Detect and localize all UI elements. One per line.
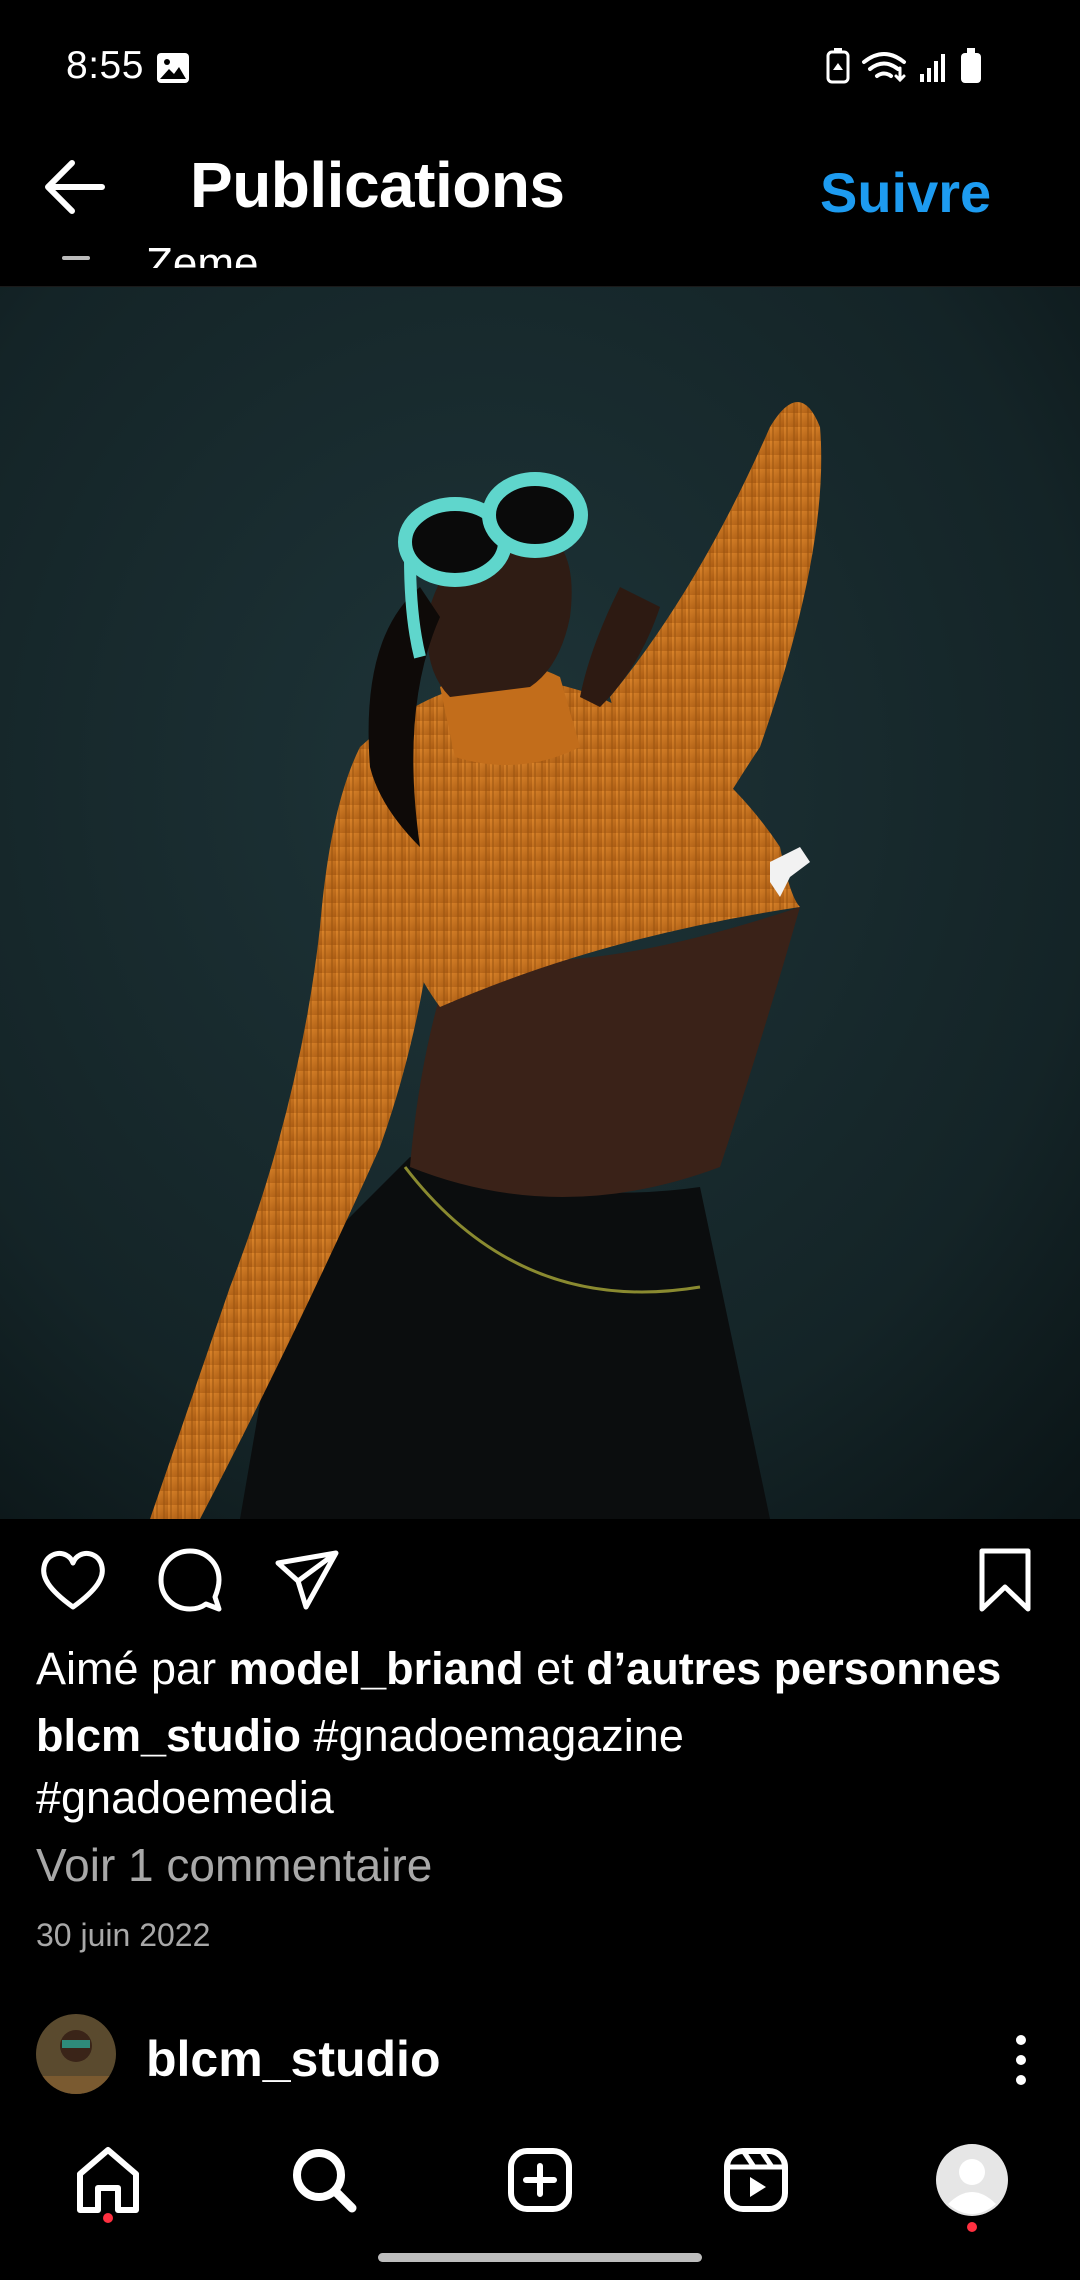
comment-icon[interactable] xyxy=(155,1545,225,1615)
page-title: Publications xyxy=(190,149,565,221)
post-date: 30 juin 2022 xyxy=(36,1917,211,1953)
bookmark-icon[interactable] xyxy=(970,1545,1040,1615)
like-heart-icon[interactable] xyxy=(38,1545,108,1615)
search-icon[interactable] xyxy=(284,2140,364,2220)
post-caption: blcm_studio #gnadoemagazine #gnadoemedia xyxy=(36,1705,1046,1829)
home-icon[interactable] xyxy=(68,2140,148,2220)
battery-icon xyxy=(961,48,981,83)
more-options-icon[interactable] xyxy=(1006,2030,1036,2090)
caption-username[interactable]: blcm_studio xyxy=(36,1710,301,1761)
hashtag[interactable]: #gnadoemedia xyxy=(36,1772,334,1823)
battery-saver-icon xyxy=(826,48,850,84)
likes-others[interactable]: d’autres personnes xyxy=(586,1643,1001,1694)
profile-notification-dot xyxy=(967,2222,977,2232)
home-notification-dot xyxy=(103,2213,113,2223)
likes-prefix: Aimé par xyxy=(36,1643,229,1694)
post-photo xyxy=(0,287,1080,1519)
view-comments-link[interactable]: Voir 1 commentaire xyxy=(36,1838,432,1892)
next-post-username[interactable]: blcm_studio xyxy=(146,2030,440,2088)
signal-icon xyxy=(920,54,945,82)
profile-icon[interactable] xyxy=(932,2140,1012,2220)
liked-by-user[interactable]: model_briand xyxy=(229,1643,524,1694)
gesture-home-indicator[interactable] xyxy=(378,2253,702,2262)
back-arrow-icon[interactable] xyxy=(40,155,110,220)
gallery-icon xyxy=(157,53,189,83)
create-icon[interactable] xyxy=(500,2140,580,2220)
follow-button[interactable]: Suivre xyxy=(820,160,991,225)
post-image[interactable] xyxy=(0,287,1080,1519)
previous-post-avatar-edge xyxy=(62,256,90,260)
hashtag[interactable]: #gnadoemagazine xyxy=(301,1710,684,1761)
avatar[interactable] xyxy=(36,2014,116,2094)
reels-icon[interactable] xyxy=(716,2140,796,2220)
likes-summary[interactable]: Aimé par model_briand et d’autres person… xyxy=(36,1638,1001,1700)
likes-middle: et xyxy=(523,1643,587,1694)
status-icons xyxy=(826,48,981,84)
share-send-icon[interactable] xyxy=(272,1545,342,1615)
previous-post-username[interactable]: Zeme xyxy=(146,232,258,268)
status-time: 8:55 xyxy=(66,44,144,87)
wifi-icon xyxy=(862,52,906,83)
